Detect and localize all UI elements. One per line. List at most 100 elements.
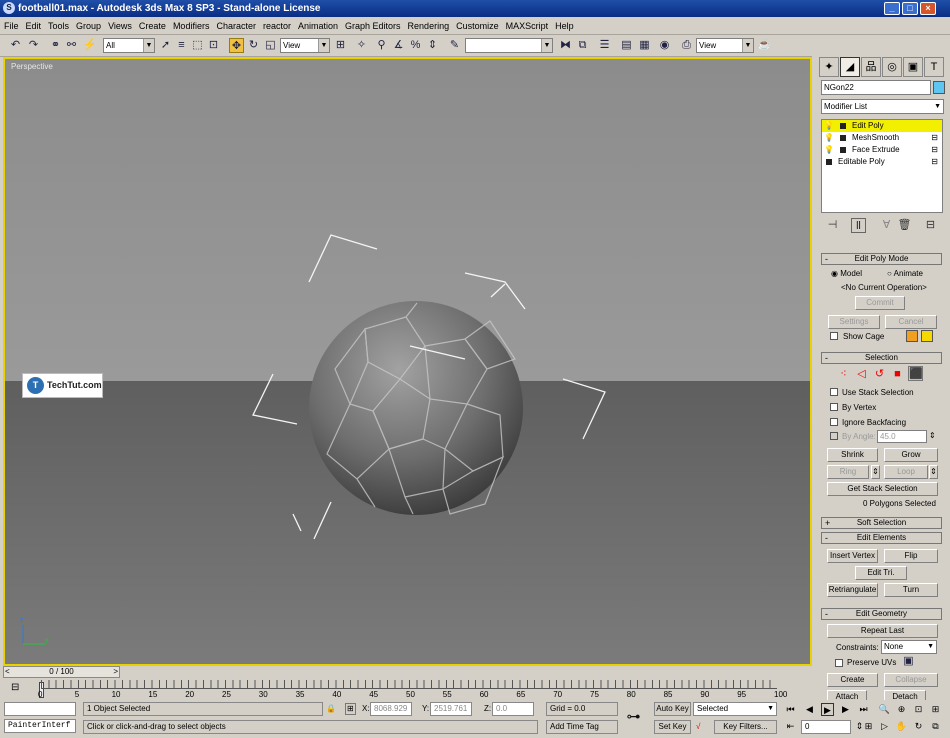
time-slider-prev-icon[interactable]: < [5, 667, 10, 677]
named-selection-sets-dropdown[interactable]: ▼ [465, 38, 553, 53]
by-angle-checkbox[interactable] [830, 432, 838, 440]
reference-coordinate-dropdown[interactable]: View ▼ [280, 38, 330, 53]
make-unique-icon[interactable]: ∀ [879, 218, 894, 233]
model-radio[interactable]: ◉ Model [831, 269, 862, 279]
menu-tools[interactable]: Tools [48, 21, 69, 31]
play-icon[interactable]: ▶ [821, 703, 834, 716]
layer-manager-icon[interactable]: ☰ [597, 38, 612, 53]
preserve-uvs-checkbox[interactable] [835, 659, 843, 667]
repeat-last-button[interactable]: Repeat Last [827, 624, 938, 638]
pivot-center-icon[interactable]: ⊞ [333, 38, 348, 53]
selection-rollout[interactable]: - Selection [821, 352, 942, 364]
use-stack-selection-checkbox[interactable] [830, 388, 838, 396]
menu-create[interactable]: Create [139, 21, 166, 31]
flip-button[interactable]: Flip [884, 549, 938, 563]
menu-edit[interactable]: Edit [26, 21, 42, 31]
angle-snap-icon[interactable]: ∡ [391, 38, 406, 53]
auto-key-button[interactable]: Auto Key [654, 702, 691, 716]
menu-file[interactable]: File [4, 21, 19, 31]
ring-spinner[interactable]: ⇕ [871, 465, 880, 479]
link-icon[interactable]: ⚭ [48, 38, 63, 53]
render-type-dropdown[interactable]: View ▼ [696, 38, 754, 53]
menu-character[interactable]: Character [216, 21, 256, 31]
previous-frame-icon[interactable]: ◀ [803, 703, 816, 716]
show-cage-checkbox[interactable] [830, 332, 838, 340]
angle-spinner-arrows[interactable]: ⇕ [929, 431, 936, 441]
current-frame-field[interactable]: 0 [801, 720, 851, 734]
material-editor-icon[interactable]: ◉ [657, 38, 672, 53]
constraints-dropdown[interactable]: None ▼ [881, 640, 937, 654]
motion-tab-icon[interactable]: ◎ [882, 57, 902, 77]
cancel-button[interactable]: Cancel [885, 315, 937, 329]
commit-button[interactable]: Commit [855, 296, 905, 310]
close-button[interactable]: × [920, 2, 936, 15]
pin-stack-icon[interactable]: ⊣ [825, 218, 840, 233]
shrink-button[interactable]: Shrink [827, 448, 878, 462]
absolute-mode-icon[interactable]: ⊞ [345, 703, 356, 715]
menu-group[interactable]: Group [76, 21, 101, 31]
expand-icon[interactable] [826, 159, 832, 165]
modifier-stack-item[interactable]: 💡 Face Extrude ⊟ [822, 144, 942, 156]
zoom-all-icon[interactable]: ⊕ [895, 703, 908, 716]
redo-icon[interactable]: ↷ [26, 38, 41, 53]
modifier-toggle-icon[interactable]: 💡 [824, 133, 834, 142]
by-vertex-checkbox[interactable] [830, 403, 838, 411]
go-to-end-icon[interactable]: ⏭ [857, 703, 870, 716]
modifier-list-dropdown[interactable]: Modifier List ▼ [821, 99, 944, 114]
ignore-backfacing-checkbox[interactable] [830, 418, 838, 426]
select-and-rotate-icon[interactable]: ↻ [246, 38, 261, 53]
utilities-tab-icon[interactable]: T [924, 57, 944, 77]
menu-animation[interactable]: Animation [298, 21, 338, 31]
expand-icon[interactable] [840, 135, 846, 141]
attach-button[interactable]: Attach [827, 690, 867, 700]
zoom-icon[interactable]: 🔍 [878, 703, 891, 716]
menu-modifiers[interactable]: Modifiers [173, 21, 210, 31]
display-tab-icon[interactable]: ▣ [903, 57, 923, 77]
percent-snap-icon[interactable]: % [408, 38, 423, 53]
edit-poly-mode-rollout[interactable]: - Edit Poly Mode [821, 253, 942, 265]
pan-icon[interactable]: ✋ [895, 720, 908, 733]
edit-named-selections-icon[interactable]: ✎ [447, 38, 462, 53]
soft-selection-rollout[interactable]: + Soft Selection [821, 517, 942, 529]
collapse-button[interactable]: Collapse [884, 673, 938, 687]
show-end-result-icon[interactable]: Ⅱ [851, 218, 866, 233]
soccer-ball[interactable] [309, 301, 523, 515]
object-name-field[interactable]: NGon22 [821, 80, 931, 95]
x-coordinate-field[interactable]: 8068.929 [370, 702, 412, 716]
bind-space-warp-icon[interactable]: ⚡ [82, 38, 97, 53]
add-time-tag-button[interactable]: Add Time Tag [546, 720, 618, 734]
select-and-scale-icon[interactable]: ◱ [263, 38, 278, 53]
preserve-uvs-settings-icon[interactable]: ▣ [901, 654, 916, 669]
maximize-viewport-icon[interactable]: ⧉ [929, 720, 942, 733]
modifier-toggle-icon[interactable]: 💡 [824, 121, 834, 130]
turn-button[interactable]: Turn [884, 583, 938, 597]
select-by-name-icon[interactable]: ≡ [174, 38, 189, 53]
maximize-button[interactable]: □ [902, 2, 918, 15]
window-crossing-icon[interactable]: ⊡ [206, 38, 221, 53]
edit-elements-rollout[interactable]: - Edit Elements [821, 532, 942, 544]
modifier-stack-item[interactable]: 💡 MeshSmooth ⊟ [822, 132, 942, 144]
expand-icon[interactable] [840, 123, 846, 129]
selected-cage-color-swatch[interactable] [921, 330, 933, 342]
menu-maxscript[interactable]: MAXScript [506, 21, 549, 31]
time-slider-next-icon[interactable]: > [113, 667, 118, 677]
modifier-stack-item[interactable]: 💡 Edit Poly [822, 120, 942, 132]
menu-rendering[interactable]: Rendering [408, 21, 450, 31]
loop-button[interactable]: Loop [884, 465, 928, 479]
grow-button[interactable]: Grow [884, 448, 938, 462]
maxscript-listener-top[interactable] [4, 702, 76, 716]
modify-tab-icon[interactable]: ◢ [840, 57, 860, 77]
vertex-mode-icon[interactable]: ⁖ [836, 367, 851, 382]
ring-button[interactable]: Ring [827, 465, 869, 479]
get-stack-selection-button[interactable]: Get Stack Selection [827, 482, 938, 496]
object-color-swatch[interactable] [933, 81, 945, 94]
menu-reactor[interactable]: reactor [263, 21, 291, 31]
minimize-button[interactable]: _ [884, 2, 900, 15]
undo-icon[interactable]: ↶ [8, 38, 23, 53]
insert-vertex-button[interactable]: Insert Vertex [827, 549, 878, 563]
go-to-start-icon[interactable]: ⏮ [784, 703, 797, 716]
modifier-toggle-icon[interactable]: 💡 [824, 145, 834, 154]
key-filters-button[interactable]: Key Filters... [714, 720, 777, 734]
modifier-stack[interactable]: 💡 Edit Poly 💡 MeshSmooth ⊟ 💡 Face Extrude ⊟ Edit… [821, 119, 943, 213]
viewport-label[interactable]: Perspective [11, 62, 53, 71]
